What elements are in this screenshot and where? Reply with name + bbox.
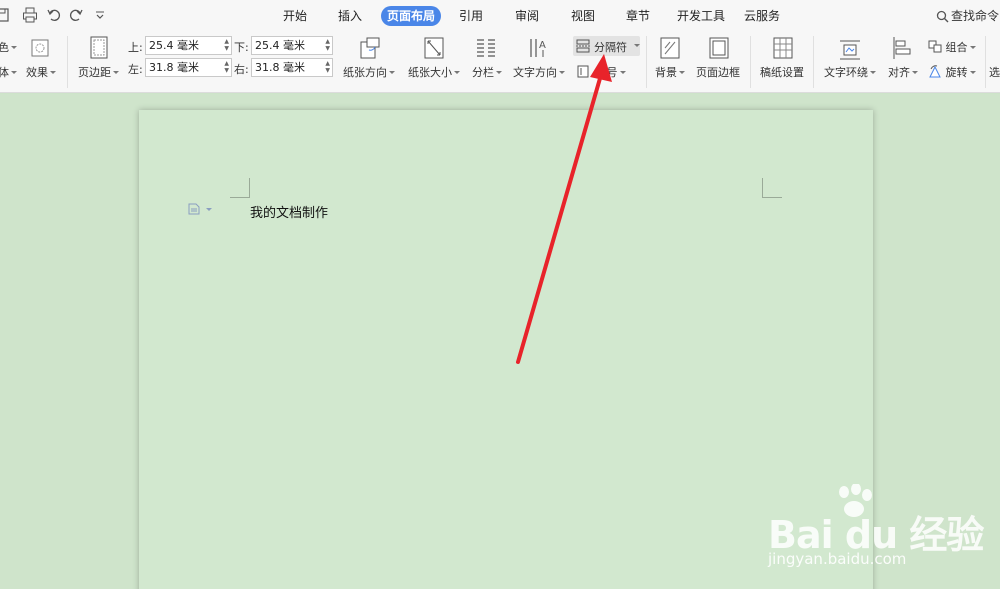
title-bar: 开始 插入 页面布局 引用 审阅 视图 章节 开发工具 云服务 查找命令 — [0, 0, 1000, 30]
tab-page-layout[interactable]: 页面布局 — [381, 6, 442, 26]
group-label: 组合 — [945, 41, 968, 54]
svg-text:A: A — [539, 40, 546, 51]
breaks-button[interactable]: 分隔符 — [573, 36, 640, 56]
text-direction-button[interactable]: 文字方向 — [513, 64, 565, 80]
select-label: 选 — [989, 66, 1000, 79]
text-direction-icon: A — [530, 39, 546, 57]
ribbon-toolbar: 色 体 效果 页边距 上: 25.4 毫米 ▲ ▼ 左: 31.8 毫米 ▲ ▼ 下: … — [0, 30, 1000, 93]
orientation-icon — [360, 37, 380, 59]
right-margin-field[interactable]: 31.8 毫米 ▲ ▼ — [251, 58, 333, 77]
line-numbers-label: 行号 — [595, 66, 618, 79]
print-icon[interactable] — [22, 7, 38, 23]
orientation-button[interactable]: 纸张方向 — [343, 64, 395, 80]
page-corner-top-right — [762, 178, 782, 198]
effects-label: 效果 — [26, 66, 48, 79]
tab-chapter[interactable]: 章节 — [620, 6, 656, 26]
orientation-label: 纸张方向 — [343, 66, 387, 79]
breaks-label: 分隔符 — [594, 41, 627, 54]
manuscript-icon — [773, 37, 793, 59]
top-margin-field[interactable]: 25.4 毫米 ▲ ▼ — [145, 36, 232, 55]
tab-insert[interactable]: 插入 — [332, 6, 368, 26]
text-wrap-label: 文字环绕 — [824, 66, 868, 79]
bottom-margin-label: 下: — [234, 41, 249, 54]
text-wrap-icon — [840, 40, 860, 60]
paragraph-layout-icon[interactable] — [188, 203, 214, 215]
manuscript-label: 稿纸设置 — [760, 66, 804, 79]
columns-button[interactable]: 分栏 — [472, 64, 502, 80]
text-direction-label: 文字方向 — [513, 66, 557, 79]
right-margin-label: 右: — [234, 63, 249, 76]
undo-icon[interactable] — [46, 7, 62, 23]
group-icon — [928, 40, 942, 53]
theme-fonts-button[interactable]: 体 — [0, 64, 17, 80]
tab-references[interactable]: 引用 — [453, 6, 489, 26]
rotate-button[interactable]: 旋转 — [928, 64, 976, 80]
paper-size-icon — [424, 37, 444, 59]
tab-view[interactable]: 视图 — [565, 6, 601, 26]
page-border-button[interactable]: 页面边框 — [696, 64, 740, 80]
manuscript-button[interactable]: 稿纸设置 — [760, 64, 804, 80]
paper-size-label: 纸张大小 — [408, 66, 452, 79]
background-label: 背景 — [655, 66, 677, 79]
line-numbers-button[interactable]: 行号 — [577, 64, 626, 80]
watermark: Bai du 经验 jingyan.baidu.com — [768, 484, 984, 574]
tab-developer[interactable]: 开发工具 — [671, 6, 731, 26]
left-margin-label: 左: — [128, 63, 143, 76]
top-margin-label: 上: — [128, 41, 143, 54]
top-margin-value: 25.4 毫米 — [149, 39, 199, 52]
select-button[interactable]: 选 — [989, 64, 1000, 80]
margins-icon — [90, 36, 108, 59]
search-command[interactable]: 查找命令 — [936, 7, 999, 25]
group-button[interactable]: 组合 — [928, 39, 976, 55]
rotate-label: 旋转 — [945, 66, 968, 79]
bottom-margin-field[interactable]: 25.4 毫米 ▲ ▼ — [251, 36, 333, 55]
save-icon[interactable] — [0, 7, 10, 23]
page-border-icon — [709, 37, 729, 59]
text-wrap-button[interactable]: 文字环绕 — [824, 64, 876, 80]
theme-fonts-label: 体 — [0, 66, 9, 79]
document-page[interactable]: 我的文档制作 — [139, 110, 873, 589]
paper-size-button[interactable]: 纸张大小 — [408, 64, 460, 80]
margins-button[interactable]: 页边距 — [78, 64, 119, 80]
align-label: 对齐 — [888, 66, 910, 79]
align-button[interactable]: 对齐 — [888, 64, 918, 80]
search-label: 查找命令 — [951, 9, 1000, 23]
watermark-url: jingyan.baidu.com — [768, 550, 907, 568]
bottom-margin-value: 25.4 毫米 — [255, 39, 305, 52]
line-numbers-icon — [577, 65, 589, 78]
page-corner-top-left — [230, 178, 250, 198]
page-border-label: 页面边框 — [696, 66, 740, 79]
left-margin-value: 31.8 毫米 — [149, 61, 199, 74]
left-margin-field[interactable]: 31.8 毫米 ▲ ▼ — [145, 58, 232, 77]
right-margin-value: 31.8 毫米 — [255, 61, 305, 74]
theme-colors-label: 色 — [0, 41, 9, 54]
align-icon — [893, 37, 911, 59]
tab-home[interactable]: 开始 — [277, 6, 313, 26]
background-button[interactable]: 背景 — [655, 64, 685, 80]
redo-icon[interactable] — [68, 7, 84, 23]
tab-review[interactable]: 审阅 — [509, 6, 545, 26]
theme-colors-button[interactable]: 色 — [0, 39, 17, 55]
document-text[interactable]: 我的文档制作 — [250, 202, 328, 221]
rotate-icon — [929, 65, 941, 78]
more-icon[interactable] — [92, 7, 108, 23]
margins-label: 页边距 — [78, 66, 111, 79]
breaks-icon — [576, 39, 590, 53]
columns-label: 分栏 — [472, 66, 494, 79]
effects-icon — [31, 39, 49, 57]
search-icon — [936, 10, 949, 23]
effects-button[interactable]: 效果 — [26, 64, 56, 80]
background-icon — [660, 37, 680, 59]
tab-cloud[interactable]: 云服务 — [738, 6, 786, 26]
columns-icon — [477, 39, 495, 57]
